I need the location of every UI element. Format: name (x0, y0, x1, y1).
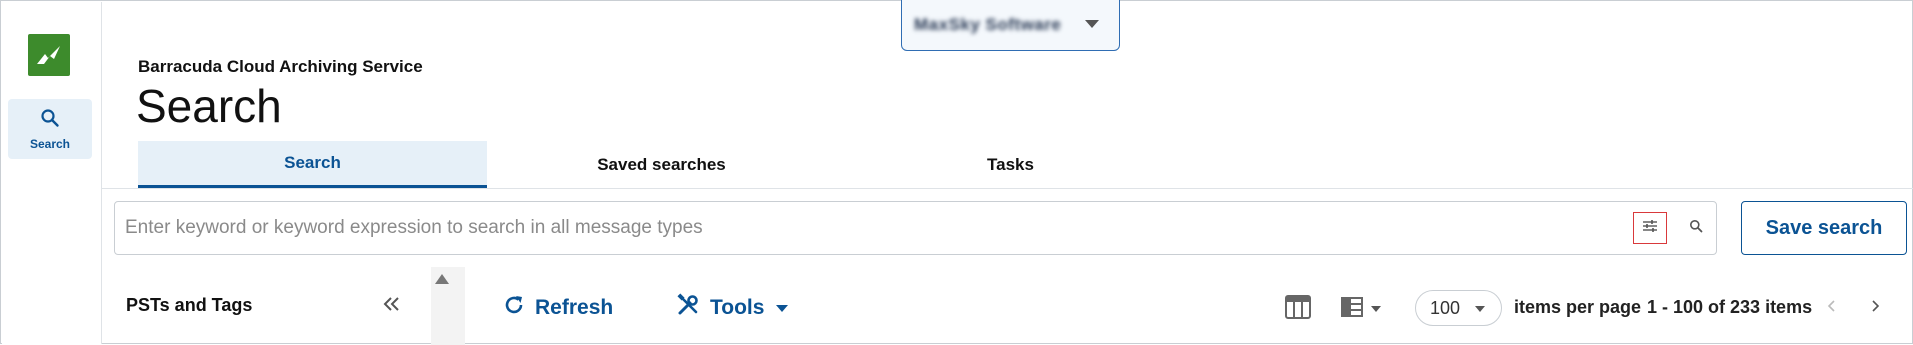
reading-pane-icon (1341, 296, 1363, 322)
tab-bar: Search Saved searches Tasks (138, 141, 1185, 188)
tab-saved-searches[interactable]: Saved searches (487, 141, 836, 188)
chevron-down-icon (1085, 20, 1099, 28)
account-name: MaxSky Software (914, 15, 1062, 34)
search-icon (40, 108, 60, 133)
advanced-filter-button[interactable] (1633, 212, 1667, 244)
account-selector[interactable]: MaxSky Software (901, 0, 1120, 51)
items-per-page-value: 100 (1430, 297, 1461, 318)
app-window: Search MaxSky Software Barracuda Cloud A… (0, 0, 1913, 345)
product-name: Barracuda Cloud Archiving Service (138, 57, 423, 76)
refresh-label: Refresh (535, 296, 614, 319)
sliders-icon (1642, 219, 1658, 238)
table-view-button[interactable] (1285, 295, 1313, 323)
tab-search[interactable]: Search (138, 141, 487, 188)
search-icon (1689, 219, 1703, 238)
divider (102, 188, 1913, 189)
chevron-down-icon (1475, 306, 1485, 312)
chevron-down-icon (1371, 306, 1381, 312)
search-bar (114, 201, 1717, 255)
refresh-button[interactable]: Refresh (503, 293, 613, 323)
items-per-page-select[interactable]: 100 (1415, 290, 1502, 326)
collapse-panel-button[interactable] (377, 293, 407, 319)
double-chevron-left-icon (383, 296, 401, 316)
barracuda-logo-icon[interactable] (28, 34, 70, 76)
chevron-down-icon (776, 304, 789, 312)
left-nav-rail: Search (2, 2, 102, 344)
tools-label: Tools (710, 296, 765, 319)
refresh-icon (503, 294, 525, 322)
tools-menu-button[interactable]: Tools (676, 293, 789, 323)
scroll-up-arrow-icon[interactable] (435, 274, 449, 284)
items-per-page-label: items per page (1514, 297, 1642, 317)
table-icon (1285, 295, 1311, 323)
search-submit-button[interactable] (1681, 213, 1711, 243)
tools-icon (676, 293, 700, 323)
search-input[interactable] (125, 212, 1575, 244)
next-page-button[interactable] (1870, 297, 1880, 318)
tab-tasks[interactable]: Tasks (836, 141, 1185, 188)
chevron-left-icon (1827, 297, 1837, 317)
pagination-range: 1 - 100 of 233 items (1647, 297, 1813, 317)
chevron-right-icon (1870, 297, 1880, 317)
nav-item-label: Search (29, 136, 71, 151)
previous-page-button[interactable] (1827, 297, 1837, 318)
panel-title: PSTs and Tags (126, 295, 253, 315)
page-title: Search (136, 80, 282, 132)
nav-item-search[interactable]: Search (8, 99, 92, 159)
reading-pane-layout-button[interactable] (1341, 296, 1391, 322)
save-search-button[interactable]: Save search (1741, 201, 1907, 255)
